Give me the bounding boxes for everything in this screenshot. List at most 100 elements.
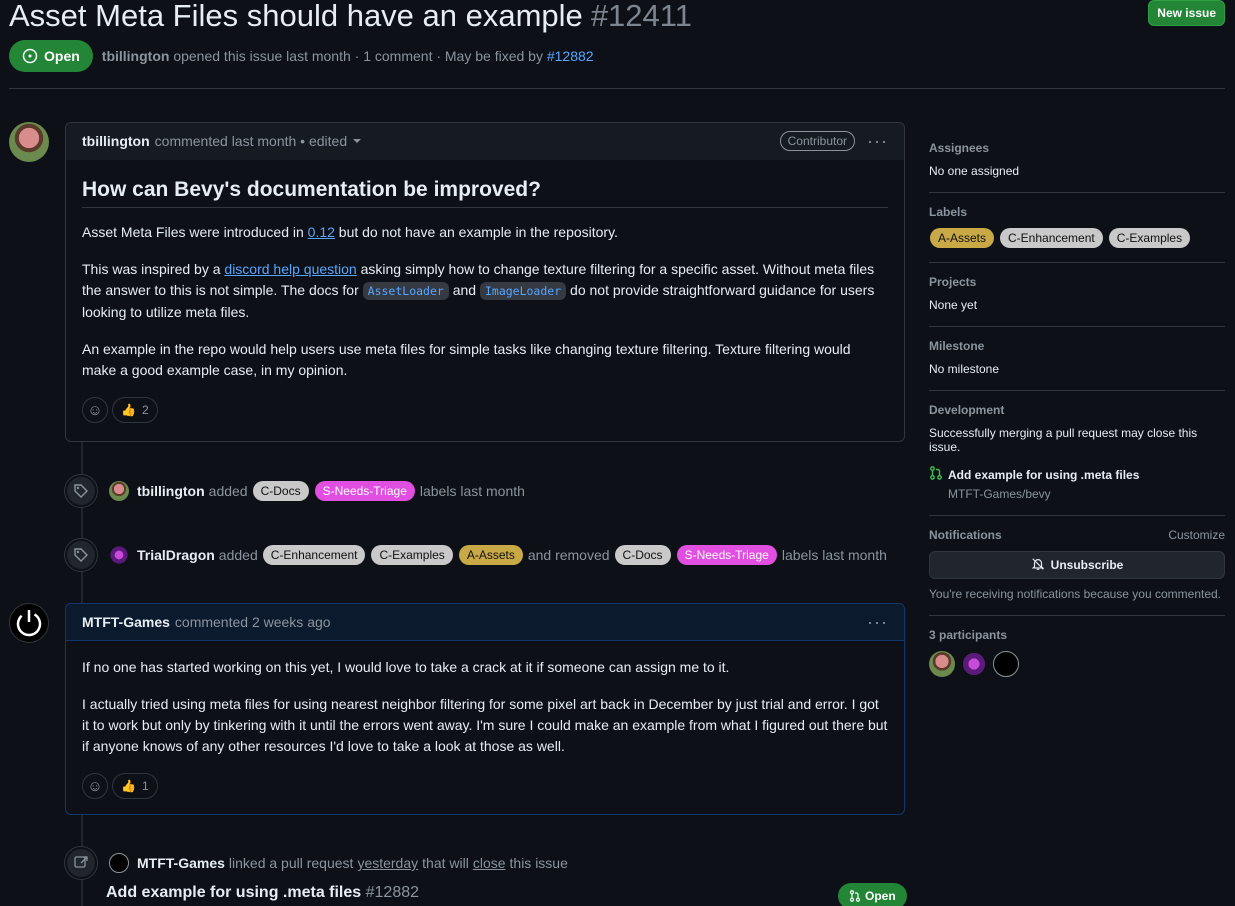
timeline-event-labels: TrialDragon added C-Enhancement C-Exampl…: [64, 538, 887, 572]
timeline-event-linked-pr: MTFT-Games linked a pull request yesterd…: [64, 846, 568, 880]
add-reaction-icon[interactable]: ☺: [82, 397, 108, 423]
development-repo: MTFT-Games/bevy: [948, 487, 1051, 501]
comment-paragraph: This was inspired by a discord help ques…: [82, 261, 875, 320]
label-s-needs-triage[interactable]: S-Needs-Triage: [314, 481, 415, 501]
comment-paragraph: If no one has started working on this ye…: [82, 659, 730, 675]
comment-paragraph: I actually tried using meta files for us…: [82, 696, 888, 754]
labels-heading[interactable]: Labels: [929, 205, 1225, 219]
close-keyword-link[interactable]: close: [473, 855, 506, 871]
label-s-needs-triage[interactable]: S-Needs-Triage: [676, 545, 777, 565]
add-reaction-icon[interactable]: ☺: [82, 773, 108, 799]
thumbs-up-icon: 👍: [121, 778, 136, 793]
comment-paragraph: Asset Meta Files were introduced in 0.12…: [82, 224, 618, 240]
event-author[interactable]: TrialDragon: [137, 547, 215, 563]
projects-value: None yet: [929, 298, 978, 312]
comment-author[interactable]: tbillington: [82, 133, 150, 149]
label-a-assets[interactable]: A-Assets: [930, 228, 995, 248]
comment-heading: How can Bevy's documentation be improved…: [82, 160, 888, 208]
unsubscribe-button[interactable]: Unsubscribe: [929, 551, 1225, 579]
timeline-event-labels: tbillington added C-Docs S-Needs-Triage …: [64, 474, 525, 508]
tag-icon: [64, 474, 98, 508]
state-badge: Open: [9, 40, 93, 72]
avatar[interactable]: [929, 651, 955, 677]
bell-slash-icon: [1031, 557, 1045, 574]
thumbs-up-reaction[interactable]: 👍 2: [112, 397, 158, 423]
label-c-docs[interactable]: C-Docs: [614, 545, 671, 565]
sidebar-notifications: Notifications Customize Unsubscribe You'…: [929, 516, 1225, 616]
development-pr-link[interactable]: Add example for using .meta files: [929, 466, 1225, 483]
pull-request-icon: [849, 890, 861, 902]
code-asset-loader[interactable]: AssetLoader: [362, 282, 449, 300]
comment: MTFT-Games commented 2 weeks ago ··· If …: [65, 603, 905, 815]
label-c-enhancement[interactable]: C-Enhancement: [262, 545, 366, 565]
avatar[interactable]: [109, 853, 129, 873]
sidebar-projects: Projects None yet: [929, 263, 1225, 327]
label-a-assets[interactable]: A-Assets: [458, 545, 523, 565]
pr-state-badge: Open: [838, 883, 907, 906]
issue-state-row: Open tbillington opened this issue last …: [9, 40, 594, 72]
event-time-link[interactable]: yesterday: [357, 855, 418, 871]
avatar[interactable]: [993, 651, 1019, 677]
label-c-examples[interactable]: C-Examples: [1108, 228, 1191, 248]
kebab-menu-icon[interactable]: ···: [867, 613, 888, 631]
issue-number: #12411: [590, 0, 692, 33]
comment-meta: commented 2 weeks ago: [174, 614, 331, 630]
sidebar-development: Development Successfully merging a pull …: [929, 391, 1225, 516]
issue-body-comment: tbillington commented last month • edite…: [65, 122, 905, 442]
pull-request-icon: [929, 466, 943, 483]
milestone-value: No milestone: [929, 362, 1000, 376]
thumbs-up-reaction[interactable]: 👍 1: [112, 773, 158, 799]
comment-author[interactable]: MTFT-Games: [82, 614, 170, 630]
avatar[interactable]: [961, 651, 987, 677]
discord-link[interactable]: discord help question: [224, 261, 356, 277]
avatar[interactable]: [9, 603, 49, 643]
assignees-value: No one assigned: [929, 164, 1020, 178]
participants-heading: 3 participants: [929, 628, 1008, 642]
event-author[interactable]: tbillington: [137, 483, 205, 499]
role-badge: Contributor: [779, 131, 856, 151]
cross-reference-icon: [64, 846, 98, 880]
sidebar-labels: Labels A-Assets C-Enhancement C-Examples: [929, 193, 1225, 263]
avatar[interactable]: [109, 481, 129, 501]
issue-meta: tbillington opened this issue last month…: [102, 48, 594, 64]
milestone-heading[interactable]: Milestone: [929, 339, 1225, 353]
comment-paragraph: An example in the repo would help users …: [82, 341, 851, 378]
notifications-heading: Notifications: [929, 528, 1002, 542]
version-link[interactable]: 0.12: [308, 224, 335, 240]
header-divider: [9, 88, 1225, 89]
sidebar-assignees: Assignees No one assigned: [929, 129, 1225, 193]
label-c-enhancement[interactable]: C-Enhancement: [1000, 228, 1103, 248]
linked-pr-title[interactable]: Add example for using .meta files #12882: [106, 884, 419, 902]
sidebar-participants: 3 participants: [929, 616, 1225, 691]
fixed-by-link[interactable]: #12882: [547, 48, 594, 64]
avatar[interactable]: [9, 122, 49, 162]
assignees-heading[interactable]: Assignees: [929, 141, 1225, 155]
reaction-count: 1: [141, 778, 149, 793]
code-image-loader[interactable]: ImageLoader: [479, 282, 567, 300]
issue-meta-text: opened this issue last month · 1 comment…: [173, 48, 543, 64]
linked-pr-number: #12882: [365, 884, 420, 901]
projects-heading[interactable]: Projects: [929, 275, 1225, 289]
comment-body: How can Bevy's documentation be improved…: [66, 160, 904, 439]
issue-author-link[interactable]: tbillington: [102, 48, 170, 64]
avatar[interactable]: [109, 545, 129, 565]
sidebar-milestone: Milestone No milestone: [929, 327, 1225, 391]
comment-header: MTFT-Games commented 2 weeks ago ···: [66, 604, 904, 641]
development-heading[interactable]: Development: [929, 403, 1225, 417]
development-note: Successfully merging a pull request may …: [929, 426, 1198, 454]
label-c-examples[interactable]: C-Examples: [371, 545, 453, 565]
chevron-down-icon[interactable]: [353, 139, 362, 143]
label-c-docs[interactable]: C-Docs: [252, 481, 309, 501]
reactions: ☺ 👍 1: [82, 773, 888, 799]
thumbs-up-icon: 👍: [121, 402, 136, 417]
kebab-menu-icon[interactable]: ···: [867, 132, 888, 150]
reactions: ☺ 👍 2: [82, 397, 888, 423]
new-issue-button[interactable]: New issue: [1148, 0, 1225, 26]
issue-open-icon: [22, 48, 38, 64]
comment-header: tbillington commented last month • edite…: [66, 123, 904, 160]
notifications-note: You're receiving notifications because y…: [929, 587, 1222, 601]
state-label: Open: [44, 48, 80, 64]
event-author[interactable]: MTFT-Games: [137, 855, 225, 871]
customize-link[interactable]: Customize: [1168, 528, 1225, 542]
issue-sidebar: Assignees No one assigned Labels A-Asset…: [929, 129, 1225, 691]
